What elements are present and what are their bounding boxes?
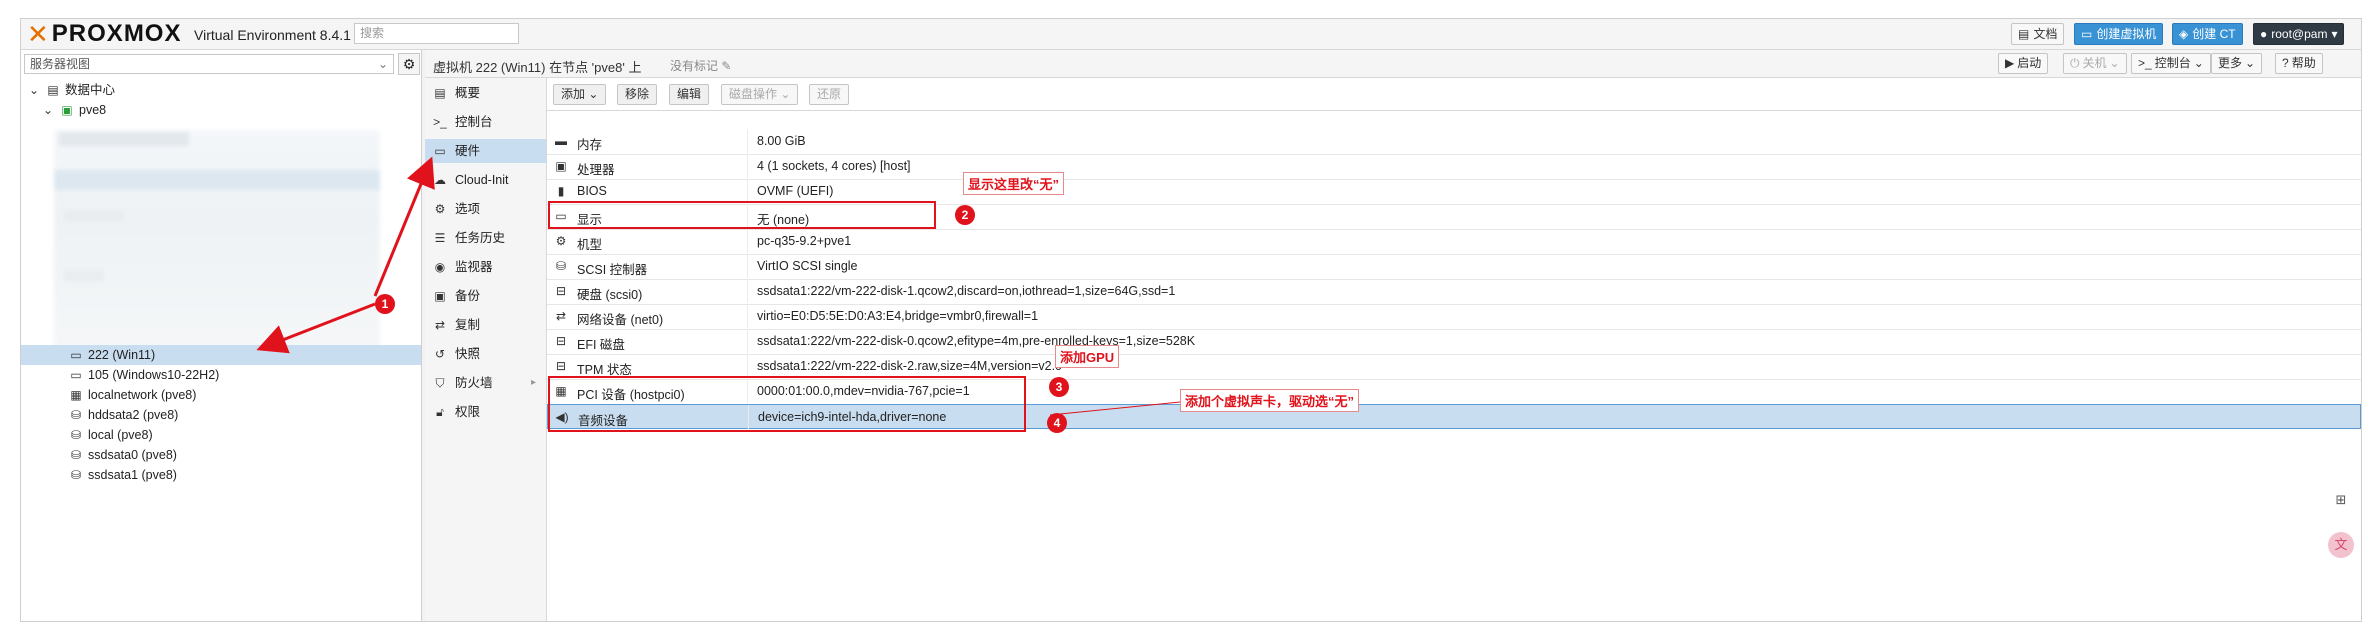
annotation-audio-note: 添加个虚拟声卡，驱动选“无” (1180, 389, 1360, 412)
highlight-display-row (548, 201, 936, 229)
callout-number-3: 3 (1049, 377, 1069, 397)
callout-number-1: 1 (375, 294, 395, 314)
highlight-pci-audio-rows (548, 376, 1026, 432)
arrow-to-vm (256, 302, 376, 354)
annotation-arrows (256, 156, 1181, 416)
annotation-display-note: 显示这里改“无” (963, 172, 1065, 195)
callout-number-2: 2 (955, 205, 975, 225)
arrow-to-audio-note (1049, 401, 1181, 416)
arrow-to-hardware (373, 156, 435, 297)
annotation-gpu-note: 添加GPU (1055, 345, 1120, 368)
callout-number-4: 4 (1047, 413, 1067, 433)
